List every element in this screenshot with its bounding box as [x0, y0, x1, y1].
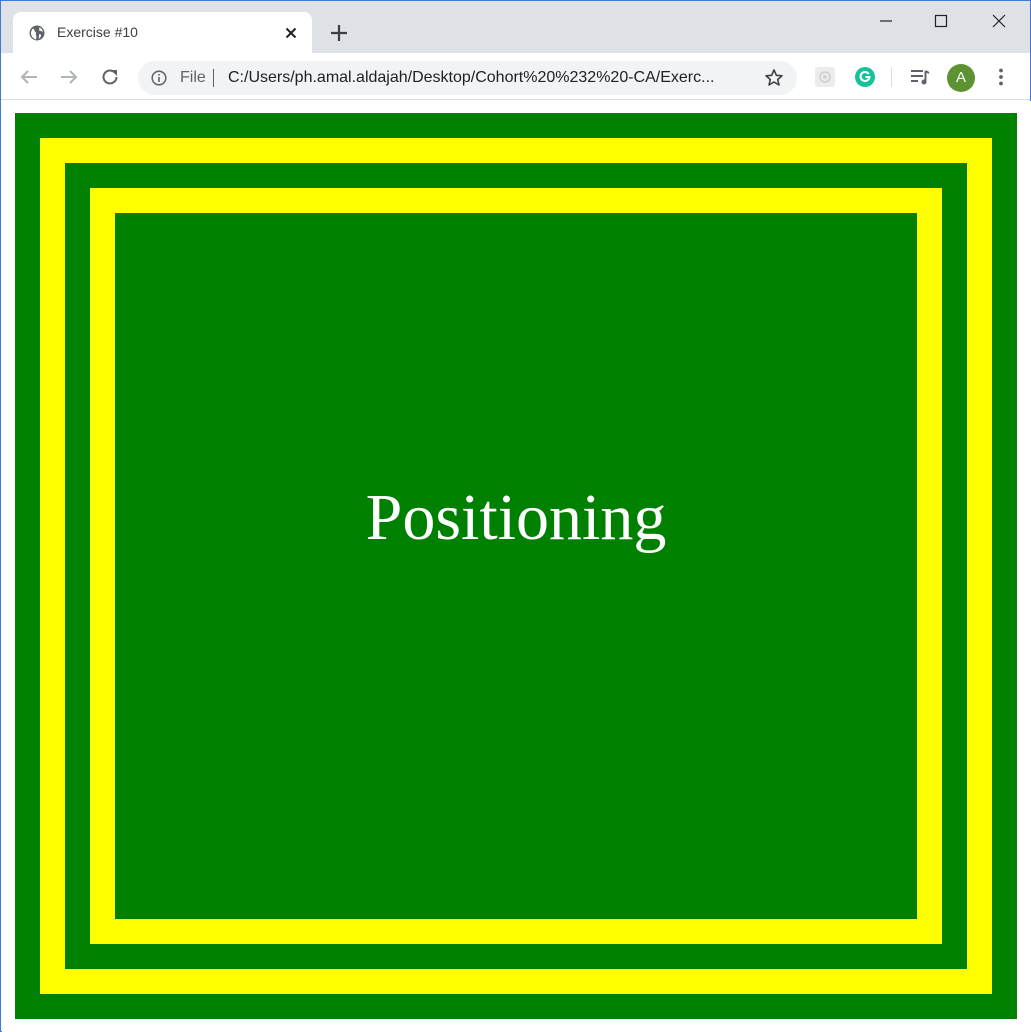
close-window-icon[interactable]	[987, 9, 1011, 33]
grammarly-icon[interactable]	[853, 65, 877, 89]
address-bar[interactable]: File C:/Users/ph.amal.aldajah/Desktop/Co…	[138, 61, 797, 95]
browser-window: Exercise #10 File C:/Users/ph.amal.aldaj…	[0, 0, 1031, 1032]
media-control-icon[interactable]	[908, 65, 932, 89]
toolbar-divider	[891, 67, 892, 87]
minimize-icon[interactable]	[874, 9, 898, 33]
extension-icon[interactable]	[813, 65, 837, 89]
profile-avatar[interactable]: A	[947, 64, 975, 92]
browser-toolbar: File C:/Users/ph.amal.aldajah/Desktop/Co…	[1, 53, 1030, 100]
info-icon[interactable]	[151, 70, 167, 86]
tab-exercise-10[interactable]: Exercise #10	[13, 12, 312, 53]
globe-icon	[29, 25, 45, 41]
maximize-icon[interactable]	[929, 9, 953, 33]
menu-kebab-icon[interactable]	[989, 65, 1013, 89]
new-tab-icon[interactable]	[328, 22, 350, 44]
page-heading: Positioning	[365, 481, 667, 554]
scheme-label: File	[180, 69, 206, 86]
close-tab-icon[interactable]	[283, 25, 299, 41]
back-icon[interactable]	[17, 65, 41, 89]
tab-strip: Exercise #10	[1, 1, 1030, 53]
url-text[interactable]: C:/Users/ph.amal.aldajah/Desktop/Cohort%…	[228, 69, 714, 87]
tab-title: Exercise #10	[57, 24, 138, 40]
page-viewport: Positioning	[2, 101, 1031, 1032]
address-divider	[213, 69, 214, 87]
forward-icon[interactable]	[57, 65, 81, 89]
reload-icon[interactable]	[98, 65, 122, 89]
inner-green-box: Positioning	[115, 213, 917, 919]
bookmark-star-icon[interactable]	[764, 68, 784, 88]
